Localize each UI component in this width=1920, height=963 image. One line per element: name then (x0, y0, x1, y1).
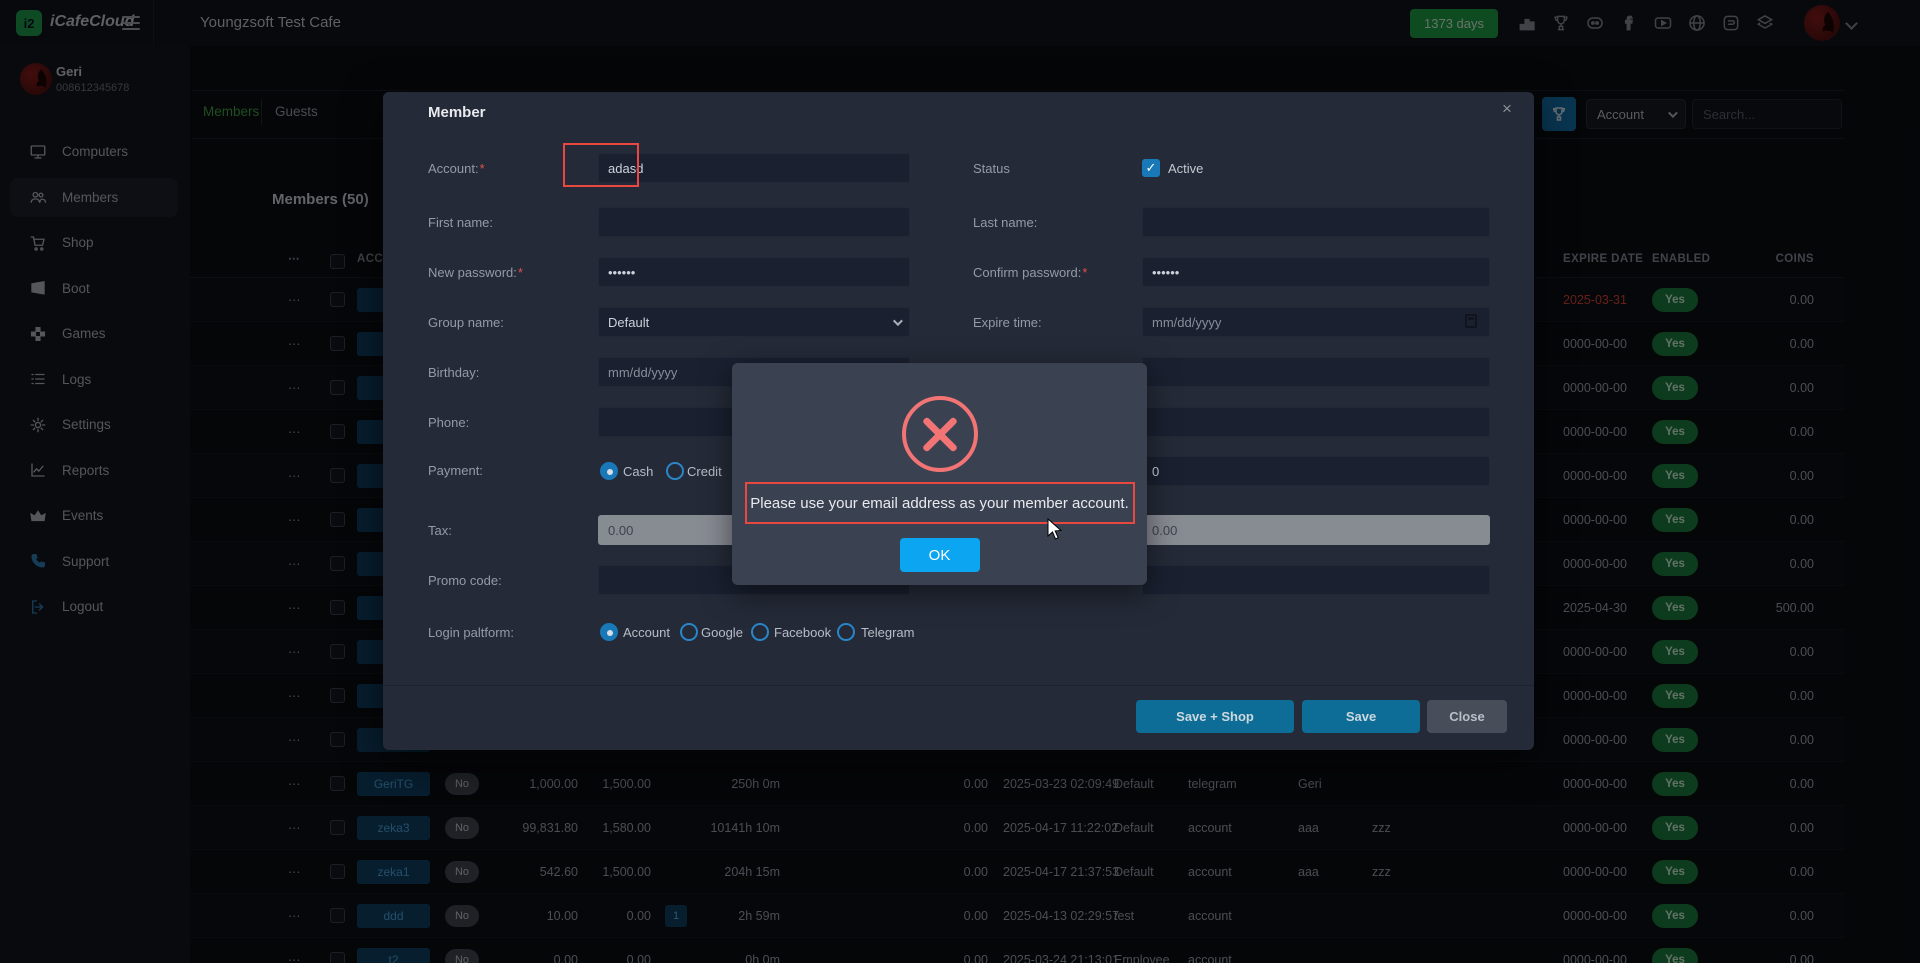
confirm-password-label: Confirm password:* (973, 265, 1087, 280)
payment-credit-label: Credit (687, 464, 722, 479)
login-facebook-radio[interactable] (751, 623, 769, 641)
account-input[interactable] (598, 153, 910, 183)
payment-cash-radio[interactable] (600, 462, 618, 480)
calendar-icon[interactable] (1465, 314, 1477, 328)
status-label: Status (973, 161, 1010, 176)
status-checkbox-label: Active (1168, 161, 1203, 176)
group-name-label: Group name: (428, 315, 504, 330)
promo-code-label: Promo code: (428, 573, 502, 588)
login-google-label: Google (701, 625, 743, 640)
payment-label: Payment: (428, 463, 483, 478)
close-button[interactable]: Close (1427, 700, 1507, 733)
account-label: Account:* (428, 161, 485, 176)
promo-code-input-right[interactable] (1142, 565, 1490, 595)
tax-input-right (1142, 515, 1490, 545)
chevron-down-icon (893, 316, 903, 326)
login-account-label: Account (623, 625, 670, 640)
id-input[interactable] (1142, 407, 1490, 437)
last-name-label: Last name: (973, 215, 1037, 230)
confirm-password-input[interactable] (1142, 257, 1490, 287)
login-google-radio[interactable] (680, 623, 698, 641)
login-account-radio[interactable] (600, 623, 618, 641)
error-alert-dialog: Please use your email address as your me… (732, 363, 1147, 585)
login-facebook-label: Facebook (774, 625, 831, 640)
footer-divider (383, 685, 1534, 686)
login-platform-label: Login paltform: (428, 625, 514, 640)
group-name-value: Default (608, 315, 649, 330)
first-name-input[interactable] (598, 207, 910, 237)
new-password-input[interactable] (598, 257, 910, 287)
save-shop-button[interactable]: Save + Shop (1136, 700, 1294, 733)
payment-cash-label: Cash (623, 464, 653, 479)
phone-label: Phone: (428, 415, 469, 430)
group-name-select[interactable]: Default (598, 307, 910, 337)
error-icon (902, 396, 978, 472)
status-checkbox[interactable]: ✓ (1142, 159, 1160, 177)
save-button[interactable]: Save (1302, 700, 1420, 733)
alert-message: Please use your email address as your me… (745, 482, 1135, 524)
modal-title: Member (428, 104, 486, 121)
expire-time-input[interactable] (1142, 307, 1490, 337)
login-telegram-radio[interactable] (837, 623, 855, 641)
login-telegram-label: Telegram (861, 625, 914, 640)
mouse-cursor (1046, 518, 1066, 542)
points-input[interactable] (1142, 456, 1490, 486)
icafecloud-app: i2 iCafeCloud Youngzsoft Test Cafe 1373 … (0, 0, 1920, 963)
last-name-input[interactable] (1142, 207, 1490, 237)
tax-label: Tax: (428, 523, 452, 538)
account-error-highlight (563, 143, 639, 187)
first-name-label: First name: (428, 215, 493, 230)
modal-close-icon[interactable]: × (1496, 98, 1518, 120)
email-input[interactable] (1142, 357, 1490, 387)
expire-time-label: Expire time: (973, 315, 1042, 330)
birthday-label: Birthday: (428, 365, 479, 380)
payment-credit-radio[interactable] (666, 462, 684, 480)
ok-button[interactable]: OK (900, 538, 980, 572)
new-password-label: New password:* (428, 265, 523, 280)
